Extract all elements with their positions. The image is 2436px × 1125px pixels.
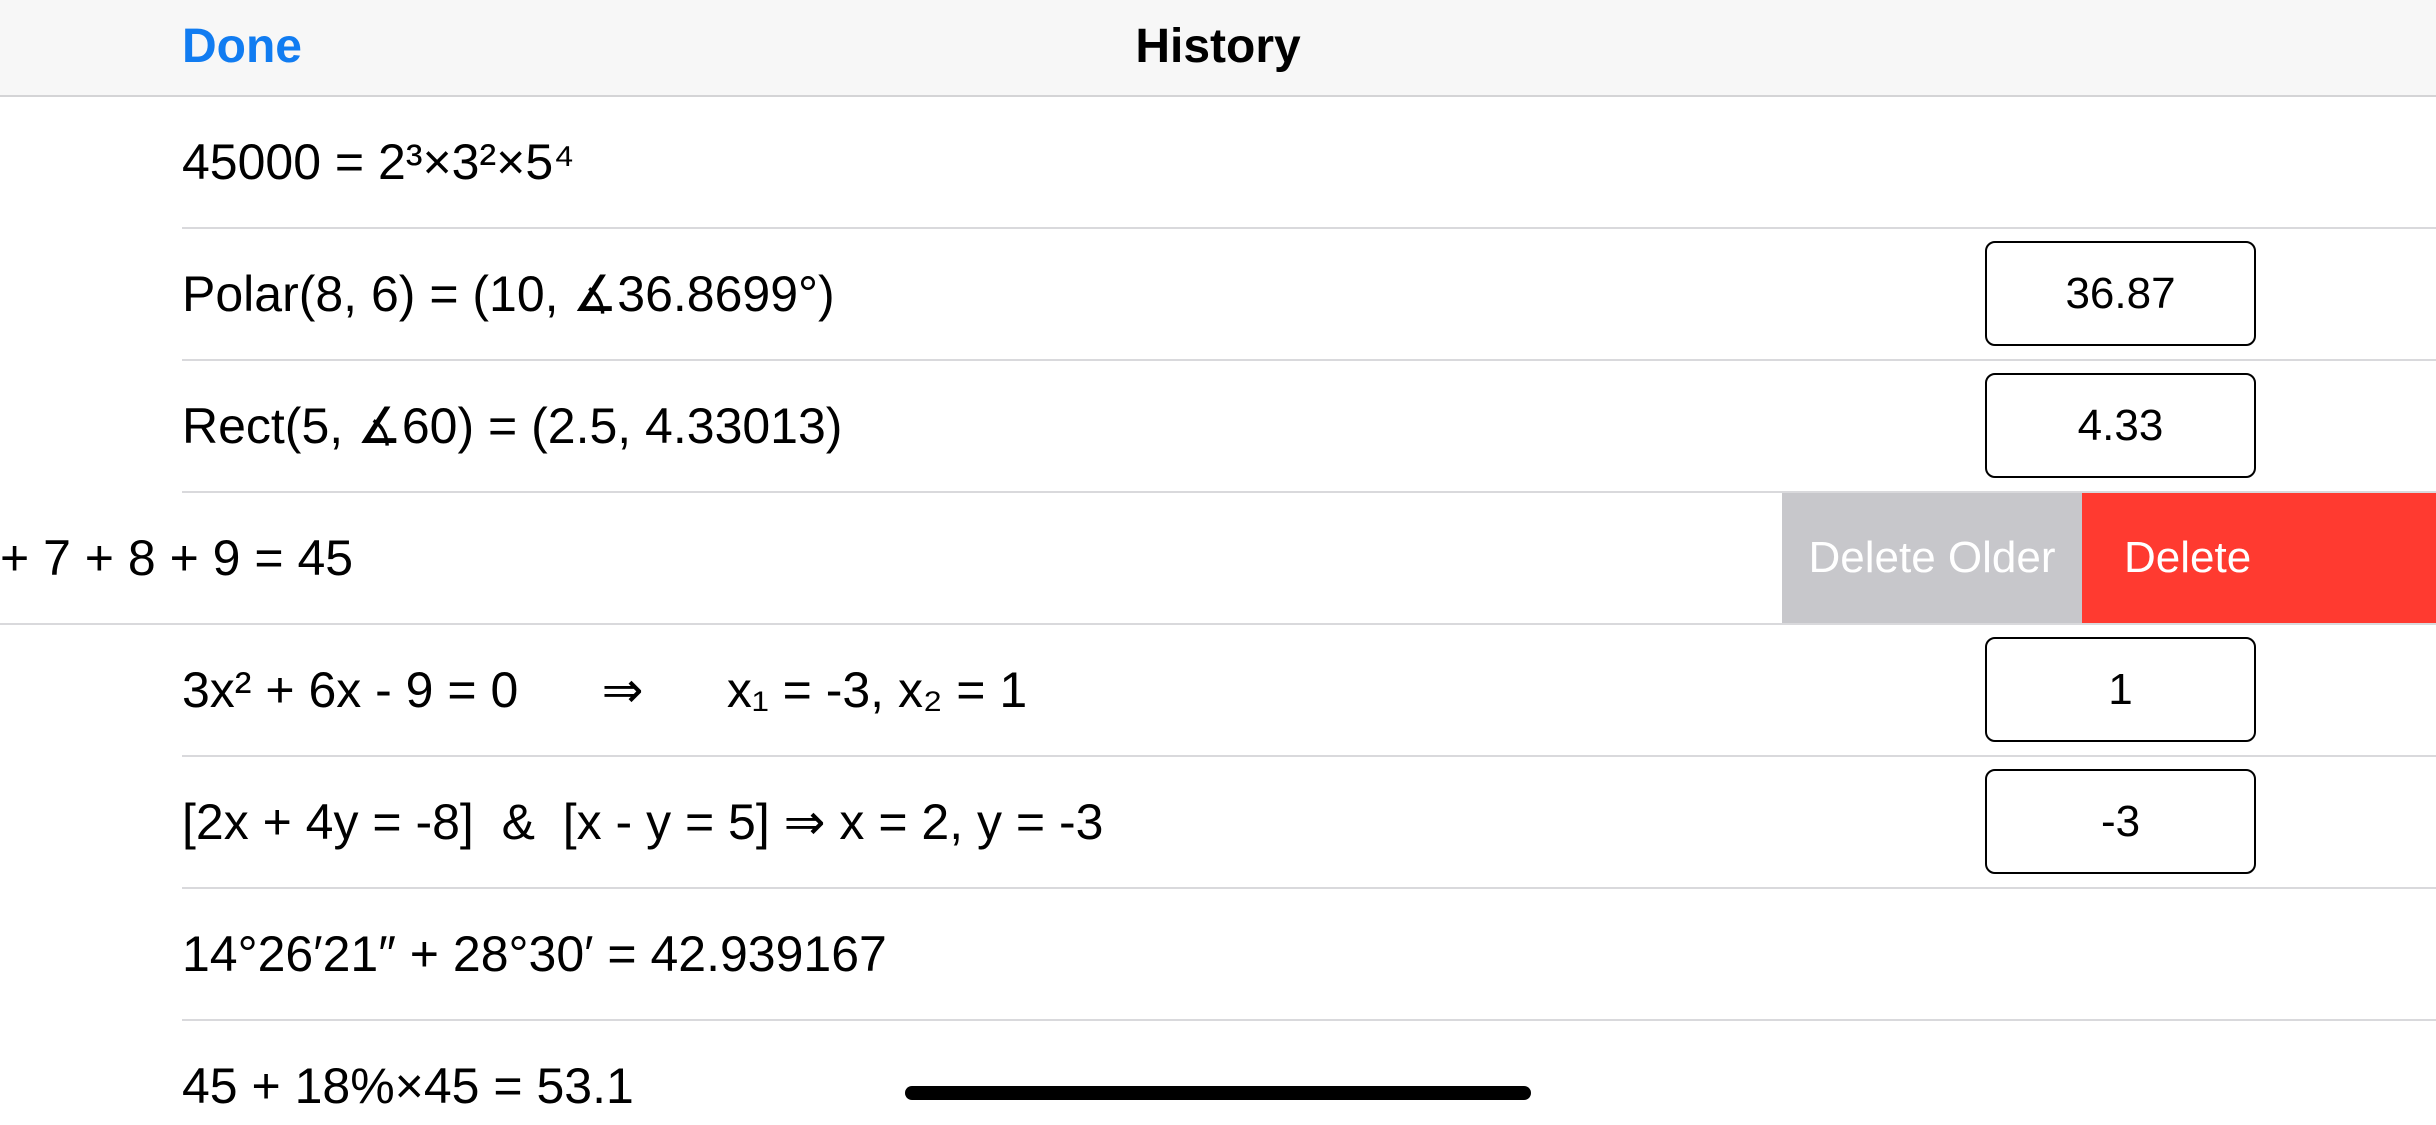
history-expression: 45 + 18%×45 = 53.1 <box>182 1058 634 1114</box>
history-expression: 3x² + 6x - 9 = 0 ⇒ x₁ = -3, x₂ = 1 <box>182 662 1028 718</box>
history-row[interactable]: [2x + 4y = -8] & [x - y = 5] ⇒ x = 2, y … <box>0 757 2436 889</box>
result-button[interactable]: 4.33 <box>1985 373 2256 478</box>
home-indicator[interactable] <box>905 1086 1531 1100</box>
history-row[interactable]: Rect(5, ∡60) = (2.5, 4.33013) 4.33 <box>0 361 2436 493</box>
history-row[interactable]: 45000 = 2³×3²×5⁴ <box>0 97 2436 229</box>
history-list[interactable]: 45000 = 2³×3²×5⁴ Polar(8, 6) = (10, ∡36.… <box>0 97 2436 1125</box>
result-button[interactable]: 36.87 <box>1985 241 2256 346</box>
navigation-bar: History Done <box>0 0 2436 97</box>
history-expression: Polar(8, 6) = (10, ∡36.8699°) <box>182 266 835 322</box>
history-row-swiped[interactable]: + 7 + 8 + 9 = 45 Delete Older Delete <box>0 493 2436 625</box>
delete-older-button[interactable]: Delete Older <box>1782 493 2082 623</box>
history-expression: 45000 = 2³×3²×5⁴ <box>182 134 575 190</box>
done-button[interactable]: Done <box>182 0 302 97</box>
history-row[interactable]: 45 + 18%×45 = 53.1 <box>0 1021 2436 1125</box>
history-expression: + 7 + 8 + 9 = 45 <box>0 493 380 623</box>
delete-button[interactable]: Delete <box>2082 493 2436 623</box>
history-expression: [2x + 4y = -8] & [x - y = 5] ⇒ x = 2, y … <box>182 794 1104 850</box>
history-row[interactable]: 3x² + 6x - 9 = 0 ⇒ x₁ = -3, x₂ = 1 1 <box>0 625 2436 757</box>
result-button[interactable]: -3 <box>1985 769 2256 874</box>
history-expression: Rect(5, ∡60) = (2.5, 4.33013) <box>182 398 843 454</box>
history-expression: 14°26′21″ + 28°30′ = 42.939167 <box>182 926 887 982</box>
history-screen: History Done 45000 = 2³×3²×5⁴ Polar(8, 6… <box>0 0 2436 1125</box>
result-button[interactable]: 1 <box>1985 637 2256 742</box>
page-title: History <box>1135 20 1301 73</box>
history-expression-text: + 7 + 8 + 9 = 45 <box>0 530 354 586</box>
history-row[interactable]: Polar(8, 6) = (10, ∡36.8699°) 36.87 <box>0 229 2436 361</box>
history-row[interactable]: 14°26′21″ + 28°30′ = 42.939167 <box>0 889 2436 1021</box>
